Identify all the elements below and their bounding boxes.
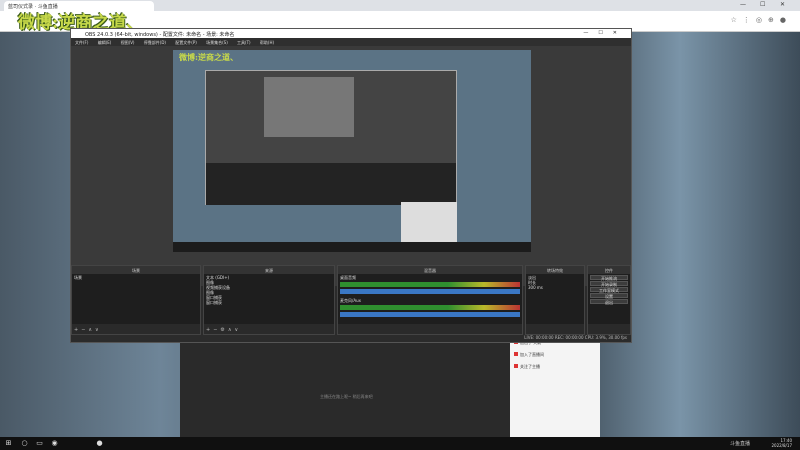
- stream-status-text: 主播还在路上呢~ 稍后再来吧: [320, 394, 373, 399]
- close-button[interactable]: ✕: [780, 1, 785, 8]
- preview-watermark: 微博:逆商之道、: [179, 52, 238, 62]
- sources-list[interactable]: 文本 (GDI+) 图像 视频捕获设备 图像 窗口捕获 窗口捕获: [204, 274, 334, 324]
- search-icon[interactable]: ○: [20, 439, 29, 448]
- source-item[interactable]: 窗口捕获: [206, 300, 332, 305]
- settings-button[interactable]: 设置: [590, 293, 628, 299]
- obs-docks: 场景 场景 +−∧∨ 来源 文本 (GDI+) 图像 视频捕获设备 图像 窗口捕…: [71, 265, 631, 337]
- menu-docks[interactable]: 停靠部件(D): [144, 40, 166, 45]
- task-view-icon[interactable]: ▭: [35, 439, 44, 448]
- volume-slider[interactable]: [340, 312, 520, 317]
- scenes-list[interactable]: 场景: [72, 274, 200, 324]
- menu-help[interactable]: 帮助(H): [260, 40, 274, 45]
- menu-view[interactable]: 视图(V): [121, 40, 135, 45]
- menu-scene-collection[interactable]: 场景集合(S): [206, 40, 228, 45]
- volume-slider[interactable]: [340, 289, 520, 294]
- nested-chat: [401, 202, 457, 244]
- audio-meter: [340, 282, 520, 287]
- obs-icon[interactable]: ●: [95, 439, 104, 448]
- start-icon[interactable]: ⊞: [4, 439, 13, 448]
- clock-date: 2022/8/17: [771, 443, 792, 448]
- controls-dock-title: 控件: [588, 266, 630, 274]
- audio-meter: [340, 305, 520, 310]
- chat-message: 加入了直播间: [514, 352, 596, 358]
- menu-file[interactable]: 文件(F): [75, 40, 88, 45]
- preview-canvas[interactable]: 微博:逆商之道、: [173, 50, 531, 252]
- sources-dock-title: 来源: [204, 266, 334, 274]
- scenes-dock: 场景 场景 +−∧∨: [71, 265, 201, 335]
- browser-toolbar-icons[interactable]: ☆⋮◎⊕●: [731, 16, 792, 24]
- obs-title-text: OBS 24.0.3 (64-bit, windows) - 配置文件: 未命名…: [85, 32, 235, 38]
- obs-menubar: 文件(F) 编辑(E) 视图(V) 停靠部件(D) 配置文件(P) 场景集合(S…: [71, 38, 631, 46]
- menu-profile[interactable]: 配置文件(P): [175, 40, 197, 45]
- tray-app[interactable]: 斗鱼直播: [730, 440, 750, 447]
- obs-titlebar: OBS 24.0.3 (64-bit, windows) - 配置文件: 未命名…: [71, 29, 631, 38]
- start-recording-button[interactable]: 开始录制: [590, 281, 628, 287]
- sources-toolbar[interactable]: +−⚙∧∨: [206, 327, 241, 333]
- clock[interactable]: 17:40 2022/8/17: [771, 438, 792, 448]
- maximize-button[interactable]: ☐: [760, 1, 765, 8]
- controls-dock: 控件 开始推流 开始录制 工作室模式 设置 退出: [587, 265, 631, 335]
- scenes-toolbar[interactable]: +−∧∨: [74, 327, 102, 333]
- nested-preview: [264, 77, 354, 137]
- mixer-body: 桌面音频 麦克风/Aux: [338, 274, 522, 324]
- preview-area: 微博:逆商之道、: [71, 46, 631, 286]
- exit-button[interactable]: 退出: [590, 299, 628, 305]
- transitions-dock: 转场特效 淡出 时长 300 ms: [525, 265, 585, 335]
- menu-edit[interactable]: 编辑(E): [98, 40, 112, 45]
- transitions-body: 淡出 时长 300 ms: [526, 274, 584, 324]
- controls-body: 开始推流 开始录制 工作室模式 设置 退出: [588, 274, 630, 324]
- transitions-dock-title: 转场特效: [526, 266, 584, 274]
- mixer-dock: 混音器 桌面音频 麦克风/Aux: [337, 265, 523, 335]
- scenes-dock-title: 场景: [72, 266, 200, 274]
- mixer-dock-title: 混音器: [338, 266, 522, 274]
- scene-item[interactable]: 场景: [74, 275, 198, 280]
- minimize-button[interactable]: —: [740, 1, 746, 8]
- mixer-channel-name: 麦克风/Aux: [340, 298, 361, 303]
- start-streaming-button[interactable]: 开始推流: [590, 275, 628, 281]
- chrome-icon[interactable]: ◉: [50, 439, 59, 448]
- obs-statusbar: LIVE: 00:00:00 REC: 00:00:00 CPU: 3.9%, …: [71, 335, 631, 342]
- sources-dock: 来源 文本 (GDI+) 图像 视频捕获设备 图像 窗口捕获 窗口捕获 +−⚙∧…: [203, 265, 335, 335]
- nested-docks: [206, 163, 456, 205]
- taskbar: ⊞ ○ ▭ ◉ ● 斗鱼直播 17:40 2022/8/17: [0, 437, 800, 450]
- gift-icon: [514, 352, 518, 356]
- chat-message: 关注了主播: [514, 364, 596, 370]
- menu-tools[interactable]: 工具(T): [237, 40, 251, 45]
- obs-window: OBS 24.0.3 (64-bit, windows) - 配置文件: 未命名…: [70, 28, 632, 343]
- studio-mode-button[interactable]: 工作室模式: [590, 287, 628, 293]
- duration-input[interactable]: 300 ms: [528, 285, 582, 290]
- nested-taskbar: [173, 242, 531, 252]
- nested-capture: [205, 70, 457, 205]
- mixer-channel-name: 桌面音频: [340, 275, 356, 280]
- gift-icon: [514, 364, 518, 368]
- obs-window-controls[interactable]: —☐✕: [583, 30, 627, 36]
